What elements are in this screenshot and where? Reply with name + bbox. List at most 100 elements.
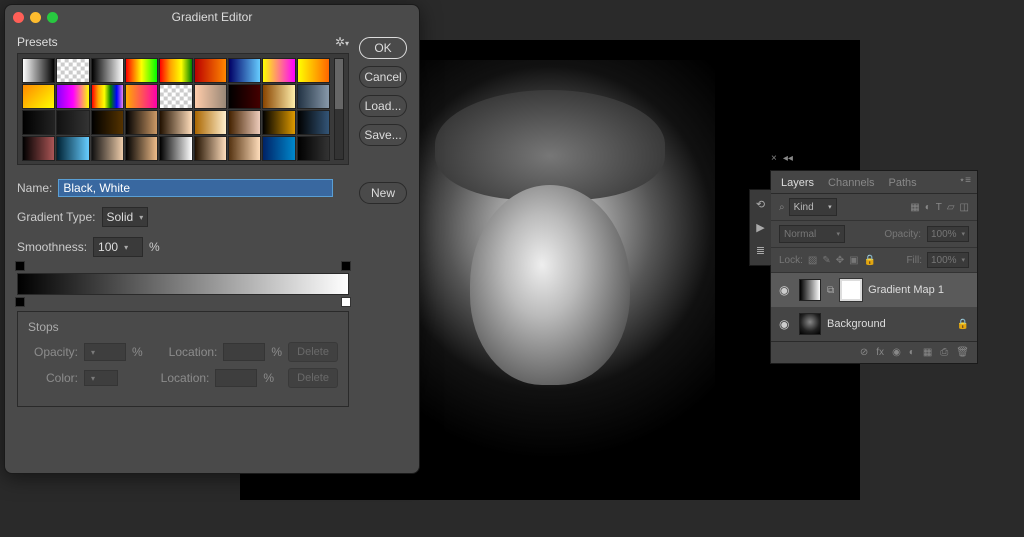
layer-row-background[interactable]: ◉ Background 🔒 (771, 307, 977, 341)
preset-swatch[interactable] (22, 58, 55, 83)
preset-swatch[interactable] (228, 110, 261, 135)
close-icon[interactable] (13, 12, 24, 23)
link-layers-icon[interactable]: ⊘ (860, 347, 868, 358)
panel-menu-icon[interactable]: ⋆≡ (959, 175, 971, 186)
preset-swatch[interactable] (159, 136, 192, 161)
new-button[interactable]: New (359, 182, 407, 204)
layer-row-gradient-map[interactable]: ◉ ⧉ Gradient Map 1 (771, 273, 977, 307)
preset-swatch[interactable] (159, 110, 192, 135)
lock-position-icon[interactable]: ✥ (836, 255, 844, 266)
adjustment-layer-icon[interactable]: ◐ (909, 347, 915, 358)
stop-opacity-input[interactable] (84, 343, 126, 361)
opacity-input[interactable]: 100%▾ (927, 226, 969, 242)
preset-swatch[interactable] (125, 84, 158, 109)
preset-swatch[interactable] (22, 84, 55, 109)
dialog-titlebar[interactable]: Gradient Editor (5, 5, 419, 29)
stop-location-input-1[interactable] (223, 343, 265, 361)
mask-thumb[interactable] (840, 279, 862, 301)
gradient-type-dropdown[interactable]: Solid (102, 207, 149, 227)
lock-paint-icon[interactable]: ✎ (822, 255, 830, 266)
save-button[interactable]: Save... (359, 124, 407, 146)
preset-swatch[interactable] (56, 58, 89, 83)
preset-swatch[interactable] (91, 84, 124, 109)
tab-paths[interactable]: Paths (889, 177, 917, 189)
preset-swatch[interactable] (194, 110, 227, 135)
cancel-button[interactable]: Cancel (359, 66, 407, 88)
preset-swatch[interactable] (125, 58, 158, 83)
delete-opacity-stop-button[interactable]: Delete (288, 342, 338, 362)
tab-layers[interactable]: Layers (781, 177, 814, 189)
adjustment-thumb[interactable] (799, 279, 821, 301)
blend-mode-dropdown[interactable]: Normal▾ (779, 225, 845, 243)
filter-kind-dropdown[interactable]: Kind▾ (789, 198, 837, 216)
preset-swatch[interactable] (159, 58, 192, 83)
preset-swatch[interactable] (297, 58, 330, 83)
layer-thumb[interactable] (799, 313, 821, 335)
preset-swatch[interactable] (91, 136, 124, 161)
filter-type-icon[interactable]: T (936, 202, 942, 213)
filter-smart-icon[interactable]: ◫ (960, 202, 969, 213)
preset-swatch[interactable] (297, 136, 330, 161)
ok-button[interactable]: OK (359, 37, 407, 59)
filter-adjust-icon[interactable]: ◐ (925, 202, 931, 213)
preset-swatch[interactable] (228, 84, 261, 109)
lock-artboard-icon[interactable]: ▣ (849, 255, 858, 266)
scroll-thumb[interactable] (335, 59, 343, 109)
fill-input[interactable]: 100%▾ (927, 252, 969, 268)
preset-swatch[interactable] (56, 136, 89, 161)
delete-color-stop-button[interactable]: Delete (288, 368, 338, 388)
minimize-icon[interactable] (30, 12, 41, 23)
load-button[interactable]: Load... (359, 95, 407, 117)
delete-layer-icon[interactable]: 🗑 (956, 347, 969, 358)
group-icon[interactable]: ▦ (923, 347, 932, 358)
preset-swatch[interactable] (56, 84, 89, 109)
gradient-bar[interactable] (17, 273, 349, 295)
visibility-toggle-icon[interactable]: ◉ (779, 317, 793, 331)
preset-swatch[interactable] (125, 110, 158, 135)
preset-swatch[interactable] (297, 84, 330, 109)
zoom-icon[interactable] (47, 12, 58, 23)
fx-icon[interactable]: fx (876, 347, 884, 358)
preset-swatch[interactable] (91, 58, 124, 83)
preset-swatch[interactable] (194, 136, 227, 161)
preset-swatch[interactable] (297, 110, 330, 135)
smoothness-input[interactable]: 100 (93, 237, 143, 257)
color-stop-right[interactable] (341, 297, 351, 307)
presets-scrollbar[interactable] (334, 58, 344, 160)
filter-search-icon[interactable]: ⌕ (779, 202, 785, 213)
stop-location-input-2[interactable] (215, 369, 257, 387)
filter-shape-icon[interactable]: ▱ (947, 202, 955, 213)
preset-swatch[interactable] (262, 136, 295, 161)
opacity-stop-left[interactable] (15, 261, 25, 271)
layer-name[interactable]: Gradient Map 1 (868, 284, 944, 296)
lock-transparent-icon[interactable]: ▨ (808, 255, 817, 266)
layer-name[interactable]: Background (827, 318, 886, 330)
preset-swatch[interactable] (22, 136, 55, 161)
preset-swatch[interactable] (262, 58, 295, 83)
preset-swatch[interactable] (56, 110, 89, 135)
preset-swatch[interactable] (194, 58, 227, 83)
color-stop-left[interactable] (15, 297, 25, 307)
preset-swatch[interactable] (262, 84, 295, 109)
opacity-stop-right[interactable] (341, 261, 351, 271)
preset-swatch[interactable] (194, 84, 227, 109)
history-icon[interactable]: ⟲ (756, 198, 765, 211)
properties-icon[interactable]: ≣ (756, 244, 765, 257)
add-mask-icon[interactable]: ◉ (892, 347, 901, 358)
filter-pixel-icon[interactable]: ▦ (910, 202, 919, 213)
presets-gear-icon[interactable]: ✲▾ (335, 35, 349, 49)
actions-icon[interactable]: ▶ (756, 221, 764, 234)
preset-swatch[interactable] (262, 110, 295, 135)
panel-close-icon[interactable]: × (771, 153, 777, 164)
panel-collapse-icon[interactable]: ◂◂ (783, 153, 793, 164)
preset-swatch[interactable] (125, 136, 158, 161)
preset-swatch[interactable] (22, 110, 55, 135)
preset-swatch[interactable] (228, 58, 261, 83)
lock-all-icon[interactable]: 🔒 (864, 255, 876, 266)
tab-channels[interactable]: Channels (828, 177, 874, 189)
preset-swatch[interactable] (91, 110, 124, 135)
visibility-toggle-icon[interactable]: ◉ (779, 283, 793, 297)
preset-swatch[interactable] (228, 136, 261, 161)
new-layer-icon[interactable]: ⎙ (940, 347, 948, 358)
stop-color-well[interactable] (84, 370, 118, 386)
